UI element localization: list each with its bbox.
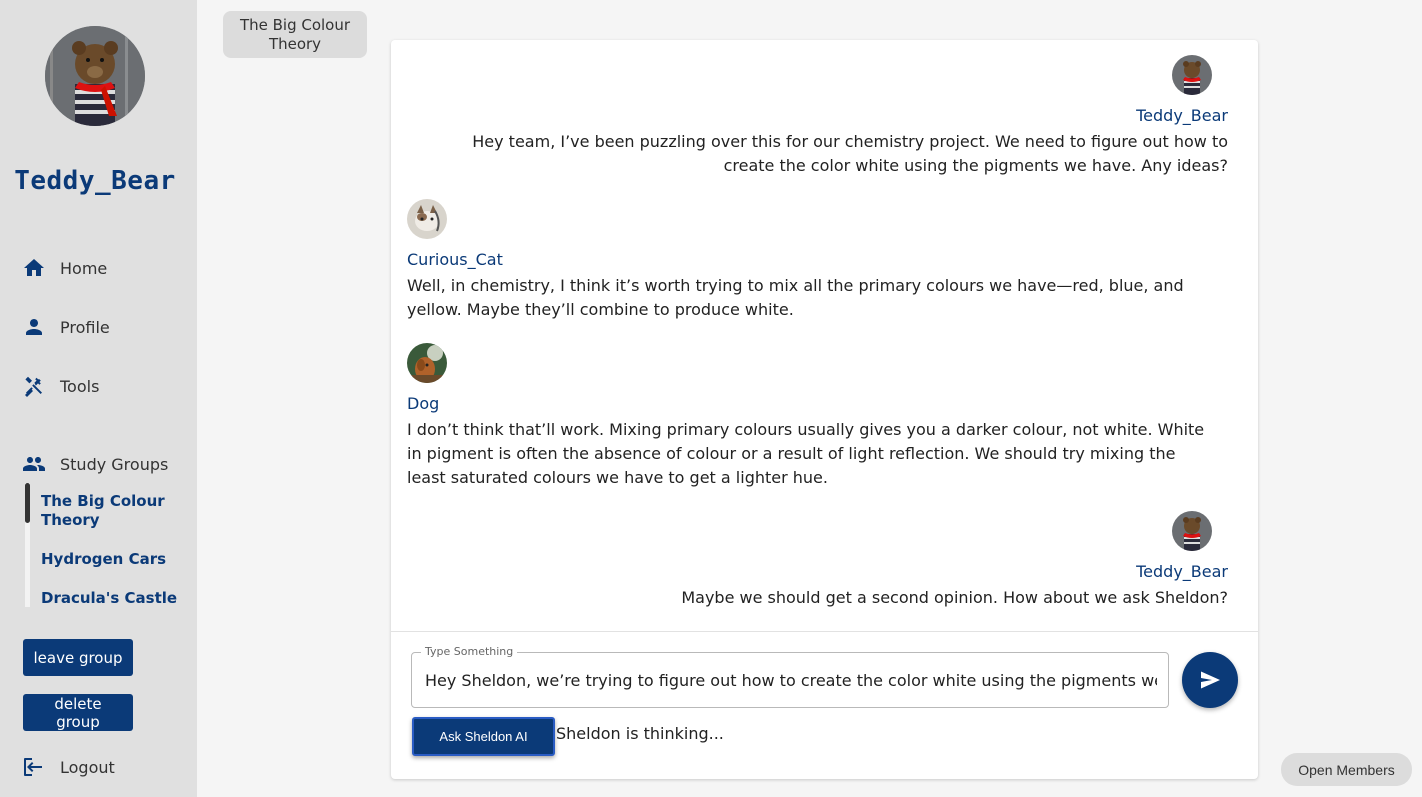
message-author: Dog [407,394,440,413]
nav-tools-label: Tools [60,376,100,396]
tools-icon [22,374,46,398]
ask-sheldon-button[interactable]: Ask Sheldon AI [412,717,555,756]
active-group-indicator [25,483,30,523]
message-input-field[interactable] [411,652,1169,708]
sidebar: Teddy_Bear Home Profile Tools Study Grou… [0,0,197,797]
user-avatar[interactable] [45,26,145,126]
message-text: Maybe we should get a second opinion. Ho… [681,588,1228,607]
send-icon [1198,668,1222,692]
delete-group-button[interactable]: delete group [23,694,133,731]
chat-panel: Teddy_Bear Hey team, I’ve been puzzling … [391,40,1258,779]
send-button[interactable] [1182,652,1238,708]
nav-study-groups-label: Study Groups [60,454,169,474]
group-link-hydrogen-cars[interactable]: Hydrogen Cars [41,550,181,569]
nav-profile-label: Profile [60,317,110,337]
person-icon [22,315,46,339]
message-list: Teddy_Bear Hey team, I’ve been puzzling … [391,40,1258,632]
leave-group-button[interactable]: leave group [23,639,133,676]
open-members-button[interactable]: Open Members [1281,753,1412,786]
message-text: I don’t think that’ll work. Mixing prima… [407,420,1205,487]
group-link-big-colour-theory[interactable]: The Big Colour Theory [41,492,181,530]
message-avatar-teddy-bear [1172,55,1212,95]
message-input[interactable] [425,653,1157,707]
group-icon [22,452,46,476]
message-avatar-teddy-bear [1172,511,1212,551]
message-text: Well, in chemistry, I think it’s worth t… [407,276,1184,319]
current-group-chip[interactable]: The Big Colour Theory [223,11,367,58]
message-input-label: Type Something [421,645,518,658]
message-author: Teddy_Bear [1136,562,1228,581]
group-link-draculas-castle[interactable]: Dracula's Castle [41,589,181,608]
message-author: Curious_Cat [407,250,503,269]
sidebar-username: Teddy_Bear [14,166,176,196]
nav-profile[interactable]: Profile [22,311,110,343]
nav-tools[interactable]: Tools [22,370,99,402]
nav-home-label: Home [60,258,108,278]
nav-logout[interactable]: Logout [22,751,115,783]
message-author: Teddy_Bear [1136,106,1228,125]
home-icon [22,256,46,280]
message-avatar-curious-cat [407,199,447,239]
message-avatar-dog [407,343,447,383]
nav-home[interactable]: Home [22,252,107,284]
composer-divider [391,631,1258,632]
nav-logout-label: Logout [60,757,115,777]
message-text: Hey team, I’ve been puzzling over this f… [472,132,1228,175]
logout-icon [22,755,46,779]
ai-status-text: Sheldon is thinking... [556,724,724,743]
nav-study-groups[interactable]: Study Groups [22,448,168,480]
